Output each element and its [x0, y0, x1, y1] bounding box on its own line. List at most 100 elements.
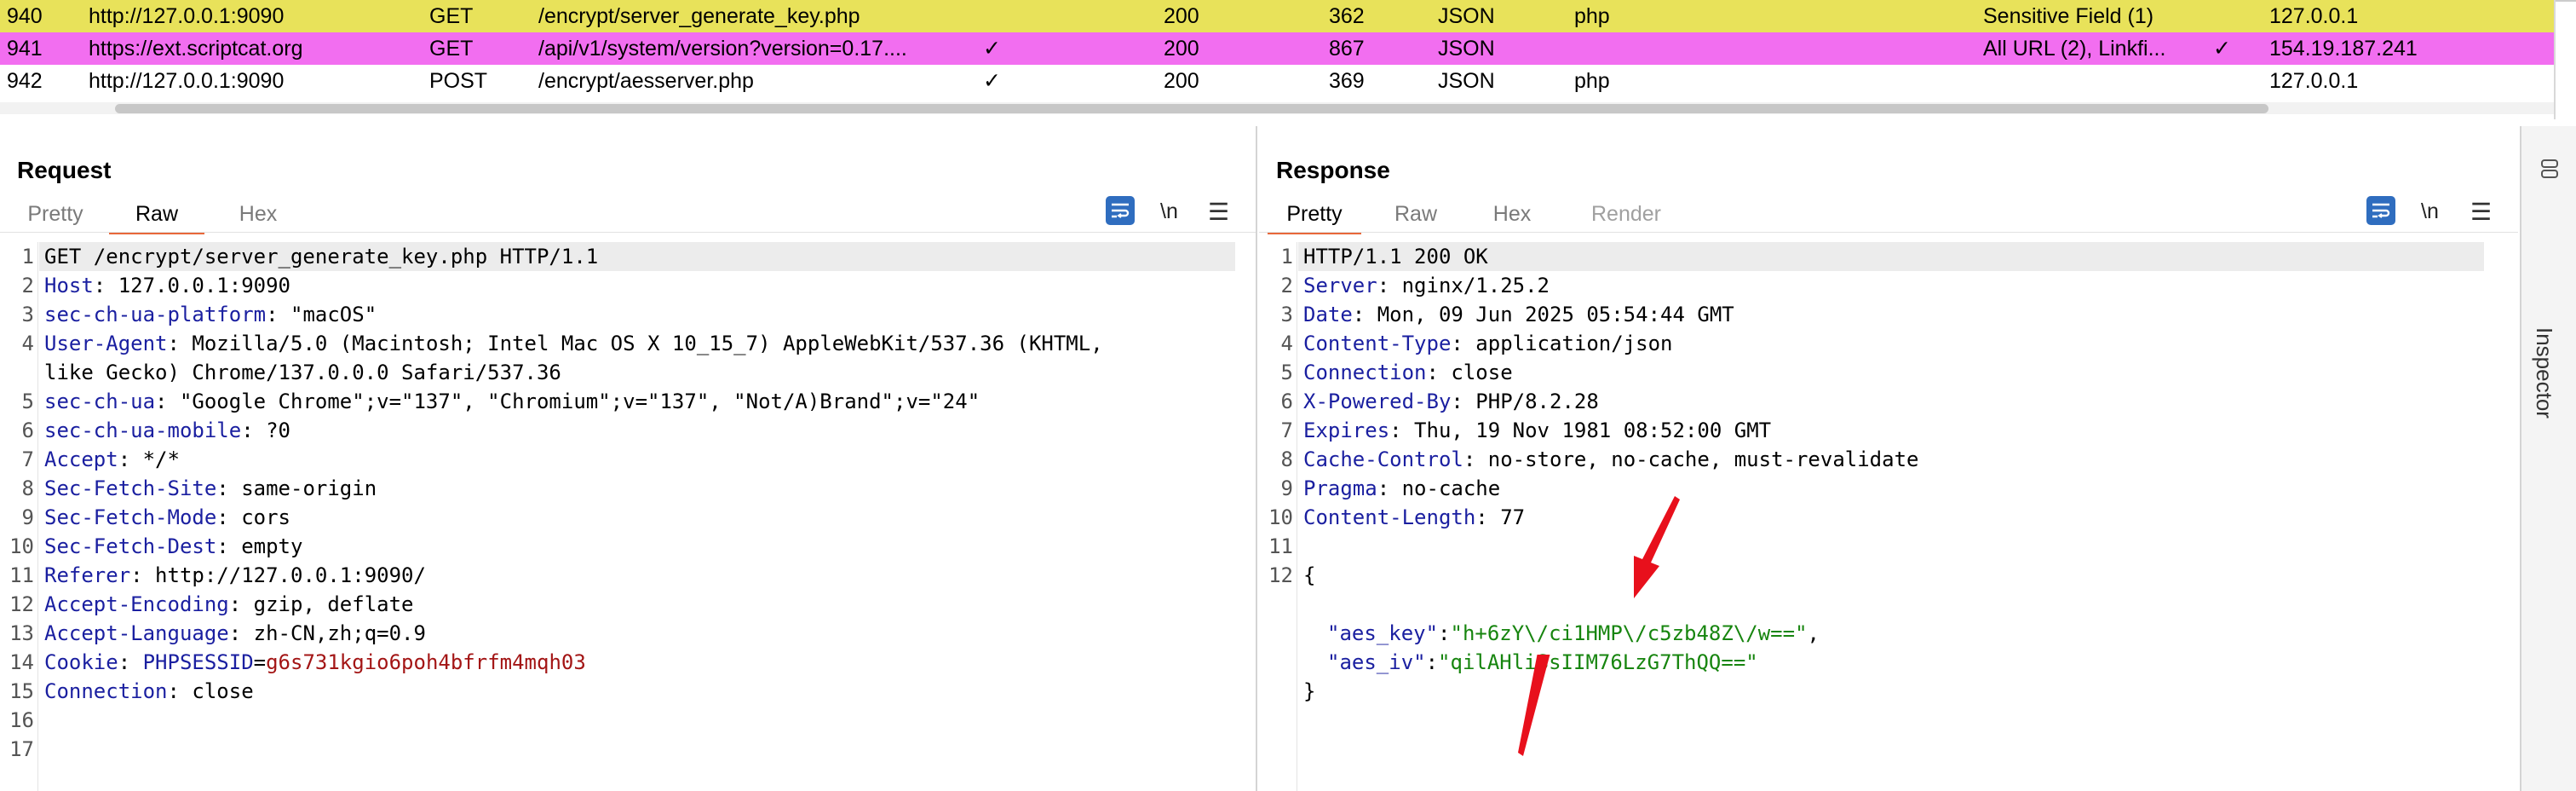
line-number: 16 [9, 708, 34, 732]
header-value: application/json [1463, 332, 1673, 355]
tab-raw[interactable]: Raw [1368, 196, 1463, 232]
header-value: Thu, 19 Nov 1981 08:52:00 GMT [1401, 419, 1772, 442]
response-pane: Response Pretty Raw Hex Render \n ☰ 1 HTT… [1259, 126, 2518, 791]
history-row[interactable]: 942 http://127.0.0.1:9090 POST/encrypt/aes… [0, 65, 2554, 97]
inspector-icon [2541, 159, 2558, 178]
header-name: sec-ch-ua [44, 390, 156, 413]
header-value: HTTP/1.1 200 OK [1303, 245, 1488, 268]
request-editor[interactable]: 1 GET /encrypt/server_generate_key.php HT… [0, 242, 1256, 791]
code-text: GET /encrypt/server_generate_key.php HTT… [44, 242, 598, 271]
line-number: 3 [1280, 303, 1293, 326]
header-value: Mon, 09 Jun 2025 05:54:44 GMT [1365, 303, 1734, 326]
code-text: { [1303, 561, 1315, 590]
history-row[interactable]: 940 http://127.0.0.1:9090 GET/encrypt/serv… [0, 0, 2554, 32]
header-name: Cache-Control [1303, 447, 1463, 471]
code-text: Accept: */* [44, 447, 180, 471]
code-text: User-Agent: Mozilla/5.0 (Macintosh; Inte… [44, 332, 1103, 355]
show-newlines-button[interactable]: \n [1160, 199, 1178, 224]
header-value: ?0 [253, 419, 290, 442]
code-text: Content-Length: 77 [1303, 505, 1526, 529]
code-text: Accept-Language: zh-CN,zh;q=0.9 [44, 621, 426, 645]
history-row[interactable]: 941 https://ext.scriptcat.org GET/api/v1/s… [0, 32, 2554, 65]
header-value: "Google Chrome";v="137", "Chromium";v="1… [167, 390, 980, 413]
history-scrollbar-thumb[interactable] [115, 104, 2268, 113]
header-value: zh-CN,zh;q=0.9 [241, 621, 426, 645]
request-menu-icon[interactable]: ☰ [1208, 198, 1229, 226]
json-value-aes-iv[interactable]: "qilAHliSsIIM76LzG7ThQQ==" [1438, 650, 1758, 674]
header-value: http://127.0.0.1:9090/ [142, 563, 426, 587]
history-cell-num: 940 [7, 4, 43, 28]
header-value: cors [228, 505, 290, 529]
header-name: Accept-Language [44, 621, 229, 645]
header-name: Cookie [44, 650, 118, 674]
cookie-value: g6s731kgio6poh4bfrfm4mqh03 [266, 650, 586, 674]
history-cell-ext: php [1574, 4, 1610, 28]
line-number: 8 [1280, 447, 1293, 471]
code-text: Cookie: PHPSESSID=g6s731kgio6poh4bfrfm4m… [44, 650, 586, 674]
header-name: Expires [1303, 419, 1390, 442]
history-cell-method: POST [429, 69, 488, 93]
header-name: sec-ch-ua-mobile [44, 419, 242, 442]
history-cell-url: /encrypt/aesserver.php [538, 69, 754, 93]
tab-render[interactable]: Render [1569, 196, 1683, 232]
code-text: Sec-Fetch-Mode: cors [44, 505, 290, 529]
header-value: "macOS" [278, 303, 377, 326]
json-aes-key-line: "aes_key":"h+6zY\/ci1HMP\/c5zb48Z\/w==", [1327, 621, 1820, 645]
header-value: PHP/8.2.28 [1463, 390, 1599, 413]
header-value: gzip, deflate [241, 592, 414, 616]
tab-pretty[interactable]: Pretty [1268, 196, 1361, 234]
line-number: 1 [1280, 245, 1293, 268]
code-text: Connection: close [1303, 361, 1513, 384]
word-wrap-button[interactable] [1106, 196, 1135, 225]
code-text: sec-ch-ua-platform: "macOS" [44, 303, 377, 326]
request-title: Request [17, 157, 112, 183]
header-value: no-store, no-cache, must-revalidate [1475, 447, 1919, 471]
tab-divider [0, 232, 1256, 233]
show-newlines-button[interactable]: \n [2421, 199, 2439, 224]
header-name: User-Agent [44, 332, 168, 355]
json-aes-iv-line: "aes_iv":"qilAHliSsIIM76LzG7ThQQ==" [1327, 650, 1758, 674]
line-number: 17 [9, 737, 34, 761]
line-number: 7 [21, 447, 34, 471]
line-number: 13 [9, 621, 34, 645]
code-text: sec-ch-ua: "Google Chrome";v="137", "Chr… [44, 390, 980, 413]
word-wrap-button[interactable] [2366, 196, 2395, 225]
history-cell-length: 867 [1329, 37, 1365, 61]
json-key: "aes_key" [1327, 621, 1439, 645]
json-value-aes-key[interactable]: "h+6zY\/ci1HMP\/c5zb48Z\/w==" [1451, 621, 1808, 645]
header-value: empty [228, 534, 303, 558]
history-cell-url: /api/v1/system/version?version=0.17.... [538, 37, 907, 61]
wrap-icon [1112, 203, 1130, 218]
header-value: no-cache [1389, 476, 1501, 500]
code-text: Date: Mon, 09 Jun 2025 05:54:44 GMT [1303, 303, 1734, 326]
history-cell-params: ✓ [983, 37, 1001, 61]
code-text: Host: 127.0.0.1:9090 [44, 274, 290, 297]
code-text: Sec-Fetch-Site: same-origin [44, 476, 377, 500]
line-number: 4 [21, 332, 34, 355]
header-name: Sec-Fetch-Mode [44, 505, 217, 529]
line-number: 10 [1268, 505, 1293, 529]
line-number: 6 [21, 419, 34, 442]
tab-pretty[interactable]: Pretty [9, 196, 102, 232]
response-editor[interactable]: 1 HTTP/1.1 200 OK 2 Server: nginx/1.25.2 3 Da… [1259, 242, 2518, 791]
code-text: Server: nginx/1.25.2 [1303, 274, 1550, 297]
inspector-sidebar[interactable]: Inspector [2520, 126, 2576, 791]
tab-hex[interactable]: Hex [211, 196, 305, 232]
code-text: sec-ch-ua-mobile: ?0 [44, 419, 290, 442]
inspector-label[interactable]: Inspector [2531, 327, 2557, 419]
header-name: Connection [1303, 361, 1427, 384]
cookie-name: PHPSESSID [142, 650, 254, 674]
code-text: Sec-Fetch-Dest: empty [44, 534, 303, 558]
response-menu-icon[interactable]: ☰ [2470, 198, 2492, 226]
tab-raw[interactable]: Raw [109, 196, 204, 234]
header-value: { [1303, 563, 1316, 587]
code-text: Content-Type: application/json [1303, 332, 1673, 355]
history-cell-status: 200 [1164, 69, 1199, 93]
history-cell-check2: ✓ [2213, 37, 2231, 61]
tab-hex[interactable]: Hex [1465, 196, 1559, 232]
line-number: 11 [1268, 534, 1293, 558]
history-cell-ip: 127.0.0.1 [2269, 69, 2359, 93]
response-title: Response [1276, 157, 1390, 183]
history-cell-mime: JSON [1438, 69, 1495, 93]
wrap-icon [2372, 203, 2390, 218]
